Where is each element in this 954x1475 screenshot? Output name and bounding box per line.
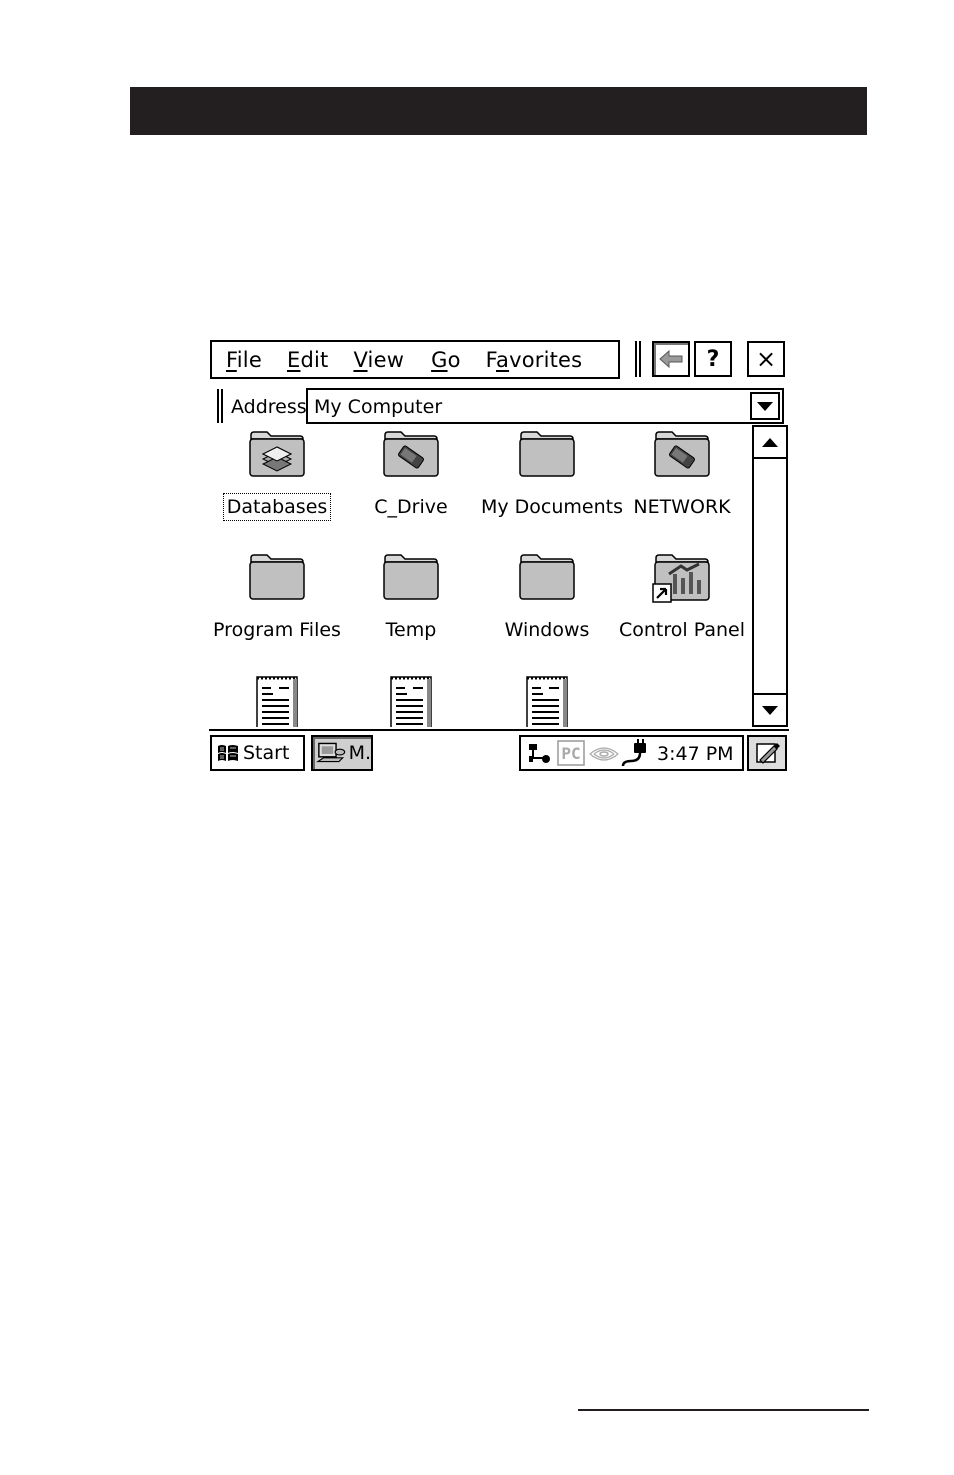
list-item-document[interactable]	[209, 675, 345, 727]
list-item-windows[interactable]: Windows	[479, 552, 615, 662]
menu-view[interactable]: View	[353, 348, 404, 372]
menu-edit[interactable]: Edit	[287, 348, 328, 372]
menu-bar: File Edit View Go Favorites	[210, 340, 620, 379]
power-plug-icon[interactable]	[621, 739, 651, 769]
list-item-program-files[interactable]: Program Files	[209, 552, 345, 662]
help-icon: ?	[706, 346, 720, 372]
item-label: Program Files	[213, 619, 341, 641]
address-dropdown-button[interactable]	[750, 392, 780, 420]
pc-label: PC	[561, 744, 580, 763]
control-panel-shortcut-icon	[652, 554, 710, 603]
infrared-icon[interactable]	[589, 743, 619, 765]
desktop-pen-icon	[756, 743, 780, 764]
menu-favorites[interactable]: Favorites	[486, 348, 583, 372]
address-value: My Computer	[314, 396, 443, 418]
chevron-up-icon	[762, 437, 778, 447]
folder-icon	[249, 554, 305, 600]
document-icon	[526, 676, 568, 727]
list-item-my-documents[interactable]: My Documents	[479, 429, 623, 539]
document-icon	[256, 676, 298, 727]
clock[interactable]: 3:47 PM	[657, 743, 734, 765]
close-icon: ×	[755, 345, 777, 373]
database-folder-icon	[249, 431, 305, 477]
list-item-document[interactable]	[479, 675, 615, 727]
list-item-temp[interactable]: Temp	[343, 552, 479, 662]
item-label: NETWORK	[633, 496, 731, 518]
item-label: Windows	[504, 619, 590, 641]
address-label: Address	[231, 396, 307, 418]
item-label: Temp	[385, 619, 437, 641]
document-icon	[390, 676, 432, 727]
address-input[interactable]: My Computer	[306, 388, 784, 424]
ce-explorer-window: File Edit View Go Favorites ? × Address …	[209, 339, 789, 772]
windows-flag-icon	[218, 745, 238, 761]
list-item-document[interactable]	[343, 675, 479, 727]
taskbar-button-my-computer[interactable]: M.	[311, 735, 373, 771]
help-button[interactable]: ?	[694, 341, 732, 377]
back-arrow-icon	[659, 349, 683, 369]
start-label: Start	[243, 742, 290, 764]
taskbar: Start M. PC 3:47 PM	[209, 729, 789, 772]
list-item-network[interactable]: NETWORK	[614, 429, 750, 539]
footer-rule	[578, 1409, 869, 1411]
menu-go[interactable]: Go	[431, 348, 461, 372]
start-button[interactable]: Start	[210, 735, 305, 771]
taskbar-button-label: M.	[348, 742, 371, 764]
back-button[interactable]	[652, 341, 690, 377]
show-desktop-button[interactable]	[747, 735, 787, 771]
chevron-down-icon	[757, 401, 773, 411]
item-label: C_Drive	[374, 496, 448, 518]
scroll-track[interactable]	[752, 459, 788, 695]
pc-connection-icon[interactable]: PC	[557, 740, 585, 766]
list-item-databases[interactable]: Databases	[209, 429, 345, 539]
my-computer-icon	[316, 742, 346, 763]
file-list-view: Databases C_Drive My Documents NETWORK P…	[209, 427, 751, 727]
network-connection-icon[interactable]	[526, 742, 552, 766]
close-button[interactable]: ×	[747, 341, 785, 377]
system-tray: PC 3:47 PM	[519, 735, 744, 771]
toolbar-grip[interactable]	[635, 341, 641, 377]
folder-icon	[519, 554, 575, 600]
folder-icon	[383, 554, 439, 600]
page-header-bar	[130, 87, 867, 135]
list-item-control-panel[interactable]: Control Panel	[614, 552, 750, 662]
drive-folder-icon	[654, 431, 710, 477]
address-bar: Address My Computer	[209, 384, 789, 424]
chevron-down-icon	[762, 705, 778, 715]
vertical-scrollbar[interactable]	[752, 425, 789, 729]
folder-icon	[519, 431, 575, 477]
item-label: Databases	[222, 493, 332, 521]
scroll-down-button[interactable]	[752, 693, 788, 727]
item-label: My Documents	[481, 496, 624, 518]
list-item-c-drive[interactable]: C_Drive	[343, 429, 479, 539]
menu-file[interactable]: File	[226, 348, 262, 372]
drive-folder-icon	[383, 431, 439, 477]
address-grip[interactable]	[217, 389, 223, 423]
item-label: Control Panel	[619, 619, 745, 641]
scroll-up-button[interactable]	[752, 425, 788, 459]
